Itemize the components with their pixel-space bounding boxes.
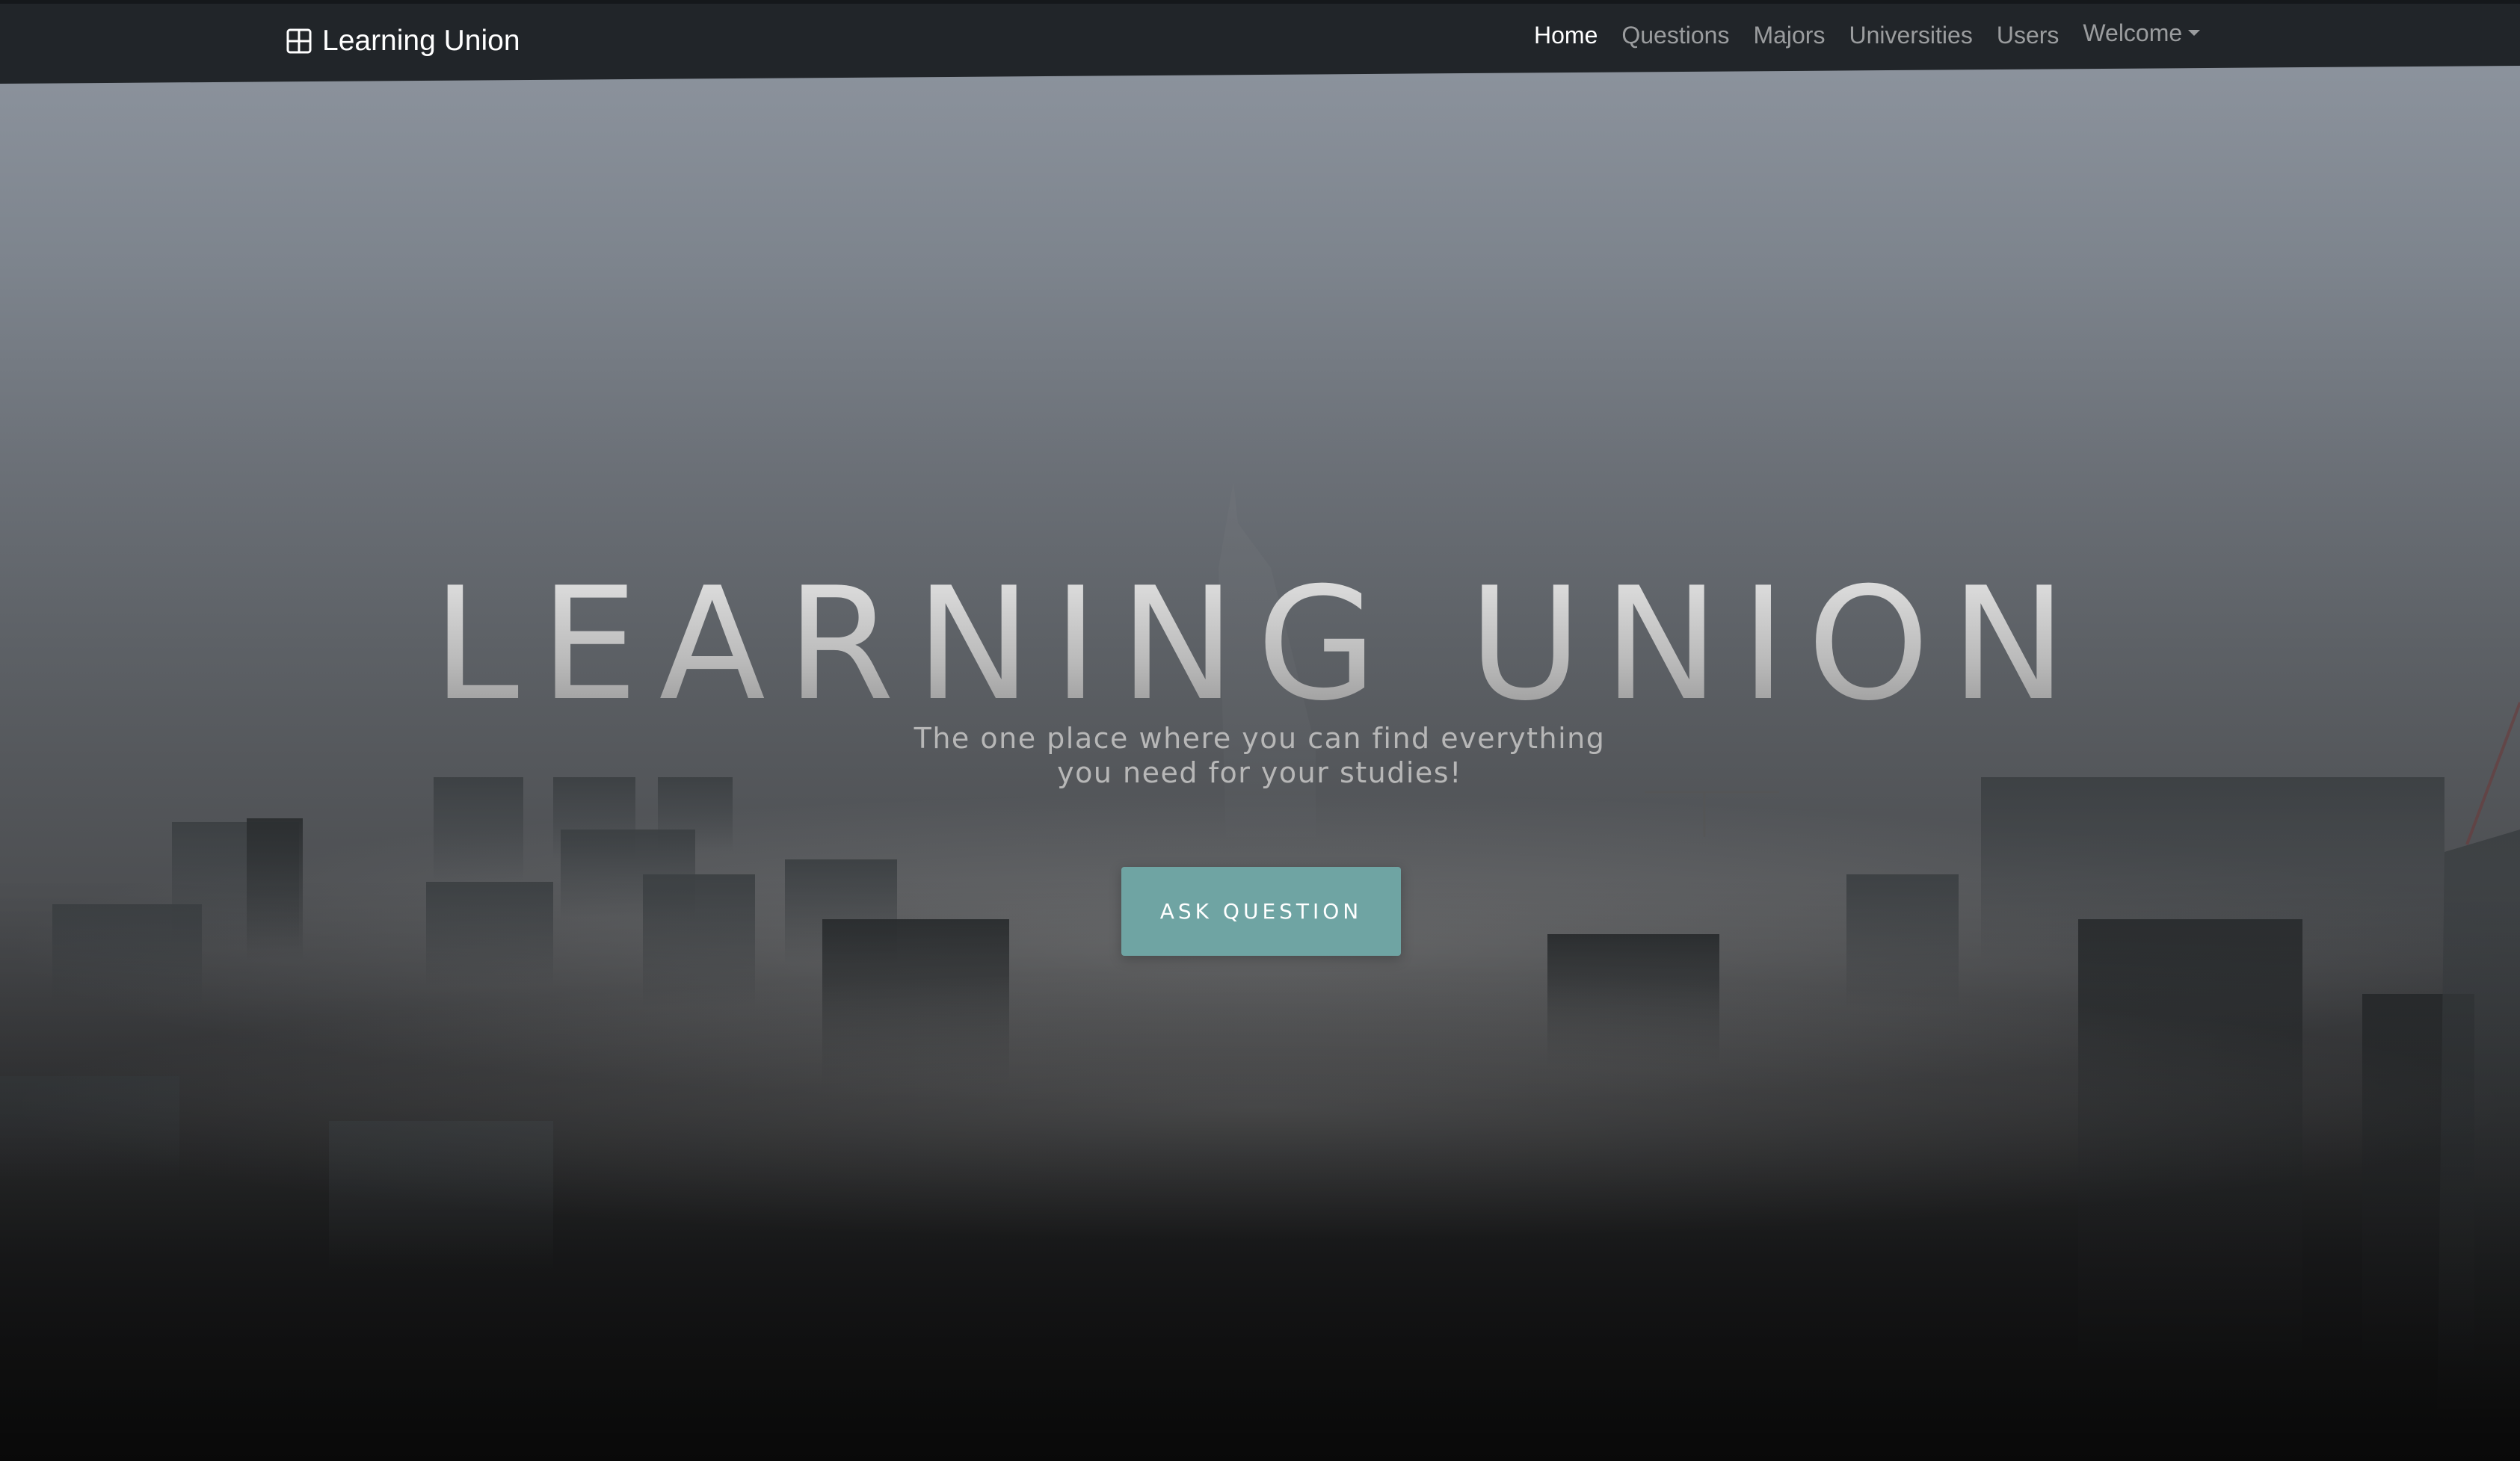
ask-question-button[interactable]: ASK QUESTION — [1121, 867, 1401, 956]
hero-title: LEARNING UNION — [0, 555, 2520, 735]
hero-subtitle: The one place where you can find everyth… — [914, 722, 1606, 789]
nav-link-users[interactable]: Users — [1997, 22, 2060, 49]
nav-link-majors[interactable]: Majors — [1753, 22, 1825, 49]
hero-section: LEARNING UNION The one place where you c… — [0, 0, 2520, 1461]
nav-link-universities[interactable]: Universities — [1849, 22, 1972, 49]
welcome-dropdown-label: Welcome — [2083, 19, 2183, 46]
nav-link-home[interactable]: Home — [1534, 22, 1598, 49]
nav-links: Home Questions Majors Universities Users… — [1534, 19, 2201, 52]
brand-label: Learning Union — [322, 25, 520, 57]
welcome-dropdown[interactable]: Welcome — [2083, 19, 2201, 47]
nav-link-questions[interactable]: Questions — [1621, 22, 1729, 49]
caret-down-icon — [2188, 30, 2201, 36]
grid-icon — [286, 28, 312, 54]
brand-link[interactable]: Learning Union — [286, 25, 520, 58]
